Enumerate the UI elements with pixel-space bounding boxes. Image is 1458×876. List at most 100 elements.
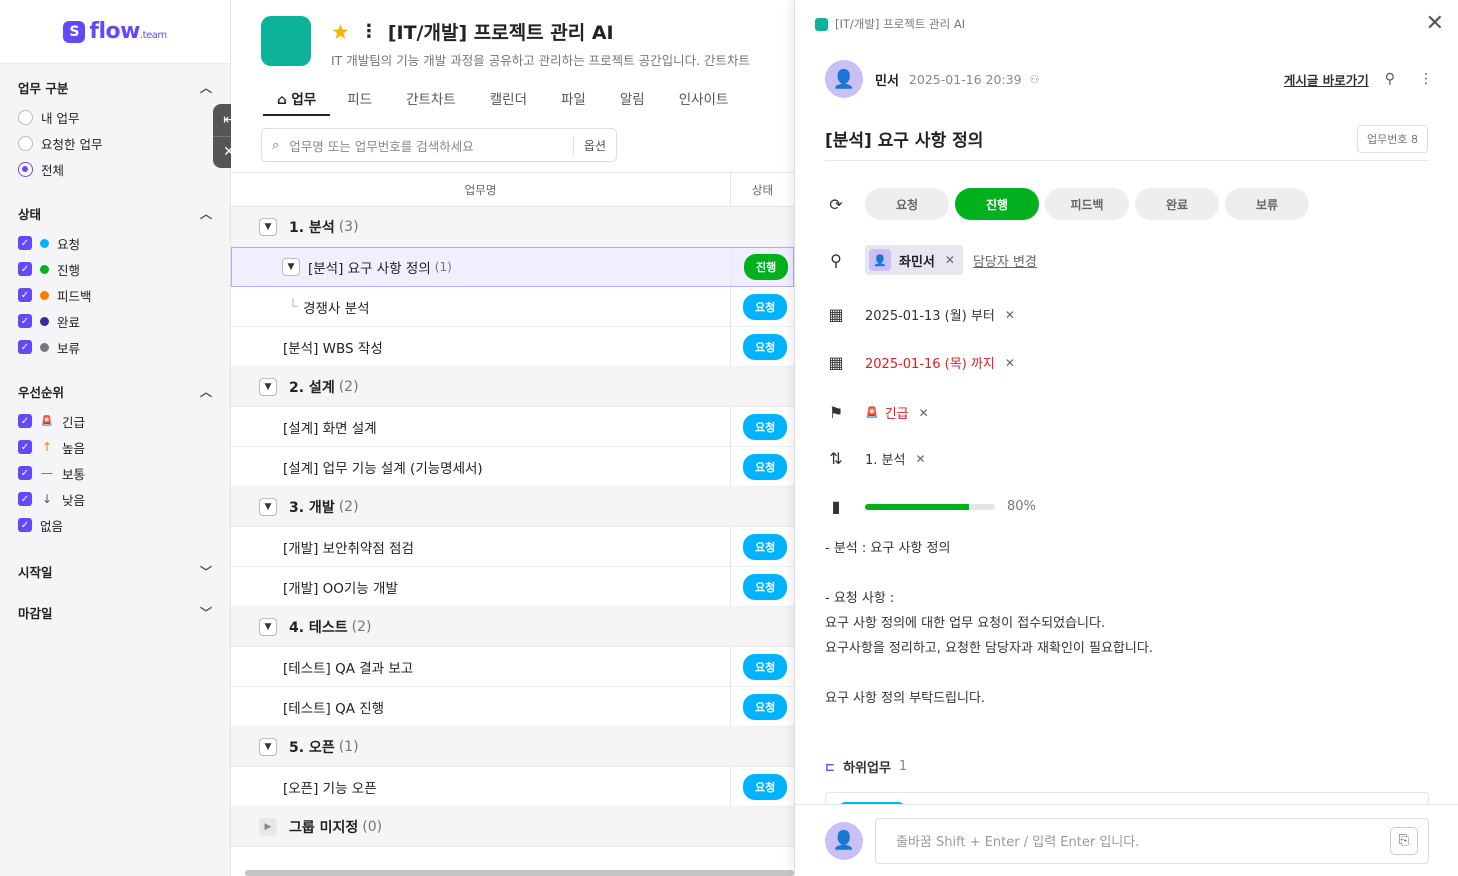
checkbox[interactable]: ✓ <box>18 492 32 506</box>
logo[interactable]: S flow.team <box>0 0 230 64</box>
expand-icon[interactable]: ▶ <box>259 817 277 836</box>
work-type-option[interactable]: 요청한 업무 <box>18 130 212 156</box>
clear-group-icon[interactable]: ✕ <box>915 452 925 466</box>
checkbox[interactable]: ✓ <box>18 414 32 428</box>
comment-input[interactable]: 줄바꿈 Shift + Enter / 입력 Enter 입니다. ⎘ <box>875 817 1429 864</box>
remove-assignee-icon[interactable]: ✕ <box>945 253 955 267</box>
task-name[interactable]: [설계] 업무 기능 설계 (기능명세서) <box>283 457 483 477</box>
collapse-icon[interactable]: ▼ <box>259 617 277 636</box>
table-row[interactable]: [개발] OO기능 개발 요청 <box>231 567 794 607</box>
table-row[interactable]: [테스트] QA 결과 보고 요청 <box>231 647 794 687</box>
priority-filter-item[interactable]: ✓ 🚨 긴급 <box>18 408 212 434</box>
task-name[interactable]: 경쟁사 분석 <box>303 297 369 317</box>
priority-filter-item[interactable]: ✓ ↓ 낮음 <box>18 486 212 512</box>
table-row[interactable]: [설계] 화면 설계 요청 <box>231 407 794 447</box>
status-filter-item[interactable]: ✓ 피드백 <box>18 282 212 308</box>
status-badge[interactable]: 진행 <box>744 254 789 280</box>
group-row[interactable]: ▼ 5. 오픈 (1) <box>231 727 794 767</box>
task-name[interactable]: [분석] 요구 사항 정의 <box>308 257 431 277</box>
table-row[interactable]: [개발] 보안취약점 점검 요청 <box>231 527 794 567</box>
checkbox[interactable]: ✓ <box>18 236 32 250</box>
work-type-option[interactable]: 전체 <box>18 156 212 182</box>
work-type-option[interactable]: 내 업무 <box>18 104 212 130</box>
filter-work-type-header[interactable]: 업무 구분 ︿ <box>18 76 212 98</box>
status-badge[interactable]: 요청 <box>743 533 788 560</box>
status-button-0[interactable]: 요청 <box>865 188 949 220</box>
collapse-icon[interactable]: ▼ <box>259 377 277 396</box>
group-row[interactable]: ▼ 3. 개발 (2) <box>231 487 794 527</box>
status-badge[interactable]: 요청 <box>743 653 788 680</box>
task-search[interactable]: ⌕ 업무명 또는 업무번호를 검색하세요 옵션 <box>261 128 617 162</box>
tab-4[interactable]: 파일 <box>544 82 603 116</box>
start-date[interactable]: 2025-01-13 (월) 부터 <box>865 305 995 324</box>
status-filter-item[interactable]: ✓ 완료 <box>18 308 212 334</box>
status-badge[interactable]: 요청 <box>743 693 788 720</box>
radio-button[interactable] <box>18 161 33 177</box>
avatar[interactable]: 👤 <box>825 60 863 98</box>
clear-priority-icon[interactable]: ✕ <box>919 406 929 420</box>
change-assignee-link[interactable]: 담당자 변경 <box>973 251 1037 270</box>
checkbox[interactable]: ✓ <box>18 440 32 454</box>
table-row[interactable]: ▼ [분석] 요구 사항 정의 (1) 진행 <box>231 247 794 287</box>
more-menu-icon[interactable]: ⋮ <box>360 21 378 42</box>
status-filter-item[interactable]: ✓ 요청 <box>18 230 212 256</box>
more-options-icon[interactable]: ⋮ <box>1419 71 1433 87</box>
status-badge[interactable]: 요청 <box>743 333 788 360</box>
filter-priority-header[interactable]: 우선순위 ︿ <box>18 380 212 402</box>
close-panel-icon[interactable]: ✕ <box>1426 11 1444 36</box>
viewers-icon[interactable]: ⚇ <box>1030 73 1040 86</box>
checkbox[interactable]: ✓ <box>18 262 32 276</box>
collapse-icon[interactable]: ▼ <box>259 217 277 236</box>
priority-filter-item[interactable]: ✓ — 보통 <box>18 460 212 486</box>
status-badge[interactable]: 요청 <box>743 573 788 600</box>
table-row[interactable]: [테스트] QA 진행 요청 <box>231 687 794 727</box>
status-button-3[interactable]: 완료 <box>1135 188 1219 220</box>
table-row[interactable]: [설계] 업무 기능 설계 (기능명세서) 요청 <box>231 447 794 487</box>
group-row[interactable]: ▼ 4. 테스트 (2) <box>231 607 794 647</box>
checkbox[interactable]: ✓ <box>18 288 32 302</box>
checkbox[interactable]: ✓ <box>18 518 32 532</box>
clear-due-date-icon[interactable]: ✕ <box>1005 356 1015 370</box>
attach-icon[interactable]: ⎘ <box>1390 826 1418 855</box>
task-name[interactable]: [개발] OO기능 개발 <box>283 577 398 597</box>
horizontal-scrollbar[interactable] <box>245 870 794 876</box>
task-name[interactable]: [개발] 보안취약점 점검 <box>283 537 414 557</box>
task-name[interactable]: [테스트] QA 결과 보고 <box>283 657 413 677</box>
collapse-icon[interactable]: ▼ <box>259 737 277 756</box>
table-row[interactable]: └ 경쟁사 분석 요청 <box>231 287 794 327</box>
filter-due-date-header[interactable]: 마감일 ﹀ <box>18 601 212 623</box>
task-name[interactable]: [분석] WBS 작성 <box>283 337 383 357</box>
table-row[interactable]: [오픈] 기능 오픈 요청 <box>231 767 794 807</box>
tab-6[interactable]: 인사이트 <box>662 82 746 116</box>
status-filter-item[interactable]: ✓ 보류 <box>18 334 212 360</box>
tab-1[interactable]: 피드 <box>330 82 389 116</box>
tab-0[interactable]: ⌂ 업무 <box>263 82 331 116</box>
filter-start-date-header[interactable]: 시작일 ﹀ <box>18 560 212 582</box>
due-date[interactable]: 2025-01-16 (목) 까지 <box>865 353 995 372</box>
column-header-status[interactable]: 상태 <box>731 173 794 206</box>
checkbox[interactable]: ✓ <box>18 466 32 480</box>
column-header-name[interactable]: 업무명 <box>231 173 731 206</box>
status-badge[interactable]: 요청 <box>743 293 788 320</box>
group-value[interactable]: 1. 분석 <box>865 449 905 468</box>
group-row[interactable]: ▼ 1. 분석 (3) <box>231 207 794 247</box>
status-badge[interactable]: 요청 <box>743 413 788 440</box>
radio-button[interactable] <box>18 135 33 151</box>
group-row[interactable]: ▶ 그룹 미지정 (0) <box>231 807 794 847</box>
status-filter-item[interactable]: ✓ 진행 <box>18 256 212 282</box>
star-icon[interactable]: ★ <box>331 20 350 44</box>
tab-5[interactable]: 알림 <box>603 82 662 116</box>
table-row[interactable]: [분석] WBS 작성 요청 <box>231 327 794 367</box>
priority-filter-item[interactable]: ✓ 없음 <box>18 512 212 538</box>
checkbox[interactable]: ✓ <box>18 314 32 328</box>
status-button-1[interactable]: 진행 <box>955 188 1039 220</box>
pin-icon[interactable]: ⚲ <box>1385 71 1395 87</box>
group-row[interactable]: ▼ 2. 설계 (2) <box>231 367 794 407</box>
tab-2[interactable]: 간트차트 <box>389 82 473 116</box>
status-button-2[interactable]: 피드백 <box>1045 188 1129 220</box>
filter-status-header[interactable]: 상태 ︿ <box>18 202 212 224</box>
radio-button[interactable] <box>18 109 33 125</box>
task-name[interactable]: [설계] 화면 설계 <box>283 417 377 437</box>
task-content[interactable]: - 분석 : 요구 사항 정의 - 요청 사항 : 요구 사항 정의에 대한 업… <box>825 536 1153 711</box>
tab-3[interactable]: 캘린더 <box>473 82 544 116</box>
